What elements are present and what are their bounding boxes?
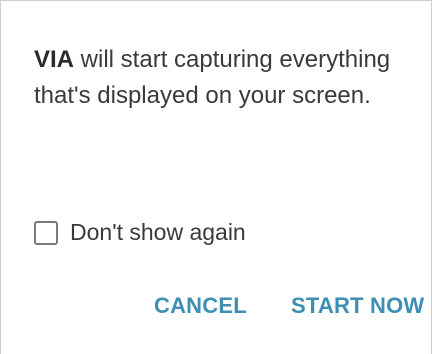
dont-show-again-option[interactable]: Don't show again — [34, 219, 246, 246]
message-text: will start capturing everything that's d… — [34, 46, 391, 109]
dont-show-again-checkbox[interactable] — [34, 220, 58, 245]
dialog-message: VIA will start capturing everything that… — [34, 42, 414, 114]
screen-capture-dialog: VIA will start capturing everything that… — [0, 0, 432, 354]
cancel-button[interactable]: CANCEL — [154, 293, 247, 319]
app-name: VIA — [34, 46, 75, 73]
start-now-button[interactable]: START NOW — [291, 293, 424, 319]
dont-show-again-label: Don't show again — [70, 219, 246, 245]
